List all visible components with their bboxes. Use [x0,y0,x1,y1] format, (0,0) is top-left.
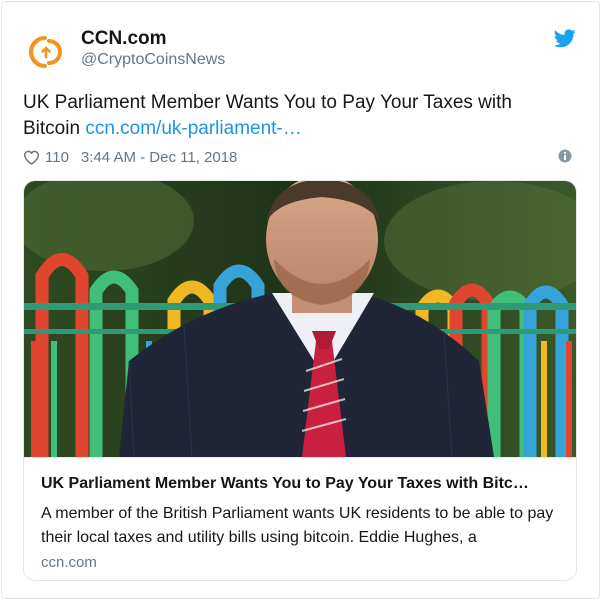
tweet-meta: 110 3:44 AM - Dec 11, 2018 [23,147,237,167]
author-name[interactable]: CCN.com [81,28,167,50]
twitter-bird-icon[interactable] [553,29,576,48]
card-body[interactable]: UK Parliament Member Wants You to Pay Yo… [24,457,576,571]
card-title[interactable]: UK Parliament Member Wants You to Pay Yo… [41,475,563,493]
link-card[interactable]: UK Parliament Member Wants You to Pay Yo… [23,180,577,581]
card-domain: ccn.com [41,554,97,571]
tweet-link[interactable]: ccn.com/uk-parliament-… [85,118,301,139]
embedded-tweet: CCN.com @CryptoCoinsNews UK Parliament M… [1,1,600,599]
ccn-logo-icon[interactable] [23,30,67,74]
like-count: 110 [45,148,69,166]
card-description: A member of the British Parliament wants… [41,505,554,546]
card-image [24,181,576,457]
tweet-text: UK Parliament Member Wants You to Pay Yo… [23,90,573,142]
heart-outline-icon [23,150,40,165]
info-circle-icon[interactable] [558,149,572,163]
author-handle[interactable]: @CryptoCoinsNews [81,51,225,69]
tweet-timestamp[interactable]: 3:44 AM - Dec 11, 2018 [81,149,237,166]
like-button[interactable]: 110 [23,149,69,166]
